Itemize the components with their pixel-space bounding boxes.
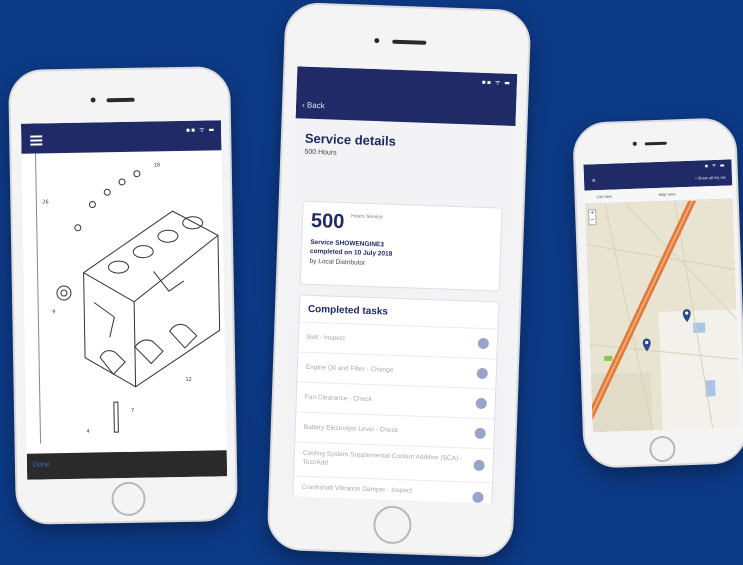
status-icons: ▪▪ ᯤ ▬ [481,78,512,87]
phone-center: ▪▪ ᯤ ▬ ‹ Back Service details 500 Hours … [266,1,532,559]
map-view[interactable] [584,199,741,433]
page-title: Service details [304,130,397,149]
svg-text:12: 12 [185,377,191,383]
completed-by: by Local Distributor [309,257,366,267]
hours-unit: Hours Service [351,213,383,221]
tasks-title: Completed tasks [307,303,389,318]
list-view-tab[interactable]: List view [597,194,613,200]
navbar: ▪▪ ᯤ ▬ [20,120,222,154]
navbar: ▪▪ ᯤ ▬ ‹ Back [295,66,518,126]
svg-text:18: 18 [154,162,160,168]
hours-number: 500 [310,209,345,234]
svg-text:26: 26 [42,199,48,205]
task-label: Fan Clearance - Check [304,393,372,404]
check-icon [477,337,490,350]
back-button[interactable]: ‹ Back [302,101,325,111]
svg-text:7: 7 [131,408,134,414]
zoom-out-button[interactable]: − [589,217,595,224]
check-icon [472,491,484,504]
speaker [644,141,667,146]
service-hours: 500 Hours [304,148,337,157]
zoom-controls: + − [588,209,597,226]
svg-text:9: 9 [52,309,55,315]
home-button[interactable] [372,505,413,545]
task-label: Crankshaft Vibration Damper - Inspect [301,483,413,495]
home-button[interactable] [649,435,676,463]
task-label: Cooling System Supplemental Coolant Addi… [302,449,463,467]
show-all-link[interactable]: • Show all my rec [695,175,726,181]
map-view-tab[interactable]: Map view [658,191,675,197]
screen-service-details: ▪▪ ᯤ ▬ ‹ Back Service details 500 Hours … [282,66,518,504]
camera [632,141,637,146]
phone-right: ▪ ᯤ ▬ ≡ • Show all my rec List view Map … [572,117,743,469]
check-icon [473,459,485,472]
camera [374,37,380,44]
engine-block-drawing: 26 18 9 12 7 4 [35,153,221,444]
completed-tasks-card: Completed tasks Belt - Inspect Engine Oi… [292,294,500,504]
speaker [392,39,427,45]
service-summary-card: 500 Hours Service Service SHOWENGINE3 co… [299,200,503,292]
check-icon [476,367,488,380]
task-label: Engine Oil and Filter - Change [305,363,394,374]
task-label: Battery Electrolyte Level - Check [303,423,399,435]
status-icons: ▪ ᯤ ▬ [704,162,726,170]
svg-text:4: 4 [86,429,89,435]
check-icon [474,427,486,440]
screen-map: ▪ ᯤ ▬ ≡ • Show all my rec List view Map … [583,159,741,433]
camera [90,97,96,103]
home-button[interactable] [111,481,146,517]
menu-icon[interactable]: ≡ [592,178,596,184]
screen-parts-drawing: ▪▪ ᯤ ▬ 26 18 9 12 7 4 Done [20,120,228,480]
bottom-bar: Done [26,450,228,480]
status-icons: ▪▪ ᯤ ▬ [185,126,216,134]
check-icon [475,397,487,410]
phone-left: ▪▪ ᯤ ▬ 26 18 9 12 7 4 Done [8,66,238,525]
task-label: Belt - Inspect [306,333,345,343]
done-button[interactable]: Done [33,461,50,468]
speaker [106,97,135,103]
hamburger-menu-icon[interactable] [30,135,43,147]
